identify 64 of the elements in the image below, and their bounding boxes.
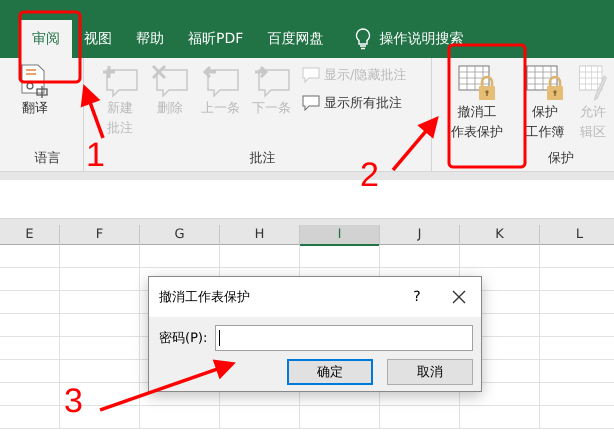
table-cell[interactable] [60, 314, 140, 337]
password-label: 密码(P): [159, 330, 208, 347]
table-cell[interactable] [460, 245, 540, 268]
table-cell[interactable] [220, 245, 300, 268]
ribbon-button[interactable]: 保护 工作簿 [522, 62, 568, 149]
ribbon-button[interactable]: 翻译 [16, 62, 54, 149]
table-cell[interactable] [60, 360, 140, 383]
help-button[interactable]: ? [397, 288, 437, 306]
table-cell[interactable] [60, 268, 140, 291]
table-cell[interactable] [0, 245, 60, 268]
table-cell[interactable] [0, 383, 60, 406]
comment-icon [202, 66, 238, 98]
table-cell[interactable] [0, 314, 60, 337]
locked-sheet-icon [525, 64, 565, 102]
group-label: 保护 [548, 150, 574, 168]
password-field[interactable] [215, 325, 473, 351]
step-number: 2 [360, 158, 379, 192]
column-header[interactable]: K [460, 225, 540, 246]
column-header[interactable]: E [0, 225, 60, 246]
table-cell[interactable] [380, 245, 460, 268]
comment-icon [102, 64, 138, 98]
table-cell[interactable] [60, 337, 140, 360]
comment-icon [302, 95, 320, 111]
ribbon-button[interactable]: 撤消工 作表保护 [448, 62, 506, 149]
table-cell[interactable] [220, 406, 300, 429]
column-header[interactable]: I [300, 225, 380, 246]
comment-icon [253, 66, 290, 98]
table-cell[interactable] [0, 337, 60, 360]
table-cell[interactable] [60, 291, 140, 314]
sheet-pencil-icon [578, 64, 608, 102]
group-label: 批注 [250, 150, 276, 168]
step-number: 3 [64, 384, 83, 418]
dialog-button[interactable]: 取消 [387, 359, 473, 385]
ribbon-tab[interactable]: 福昕PDF [176, 20, 256, 58]
table-cell[interactable] [60, 245, 140, 268]
table-cell[interactable] [380, 406, 460, 429]
column-header[interactable]: L [540, 225, 614, 246]
table-cell[interactable] [0, 406, 60, 429]
table-cell[interactable] [300, 406, 380, 429]
table-cell[interactable] [0, 268, 60, 291]
table-cell[interactable] [460, 406, 540, 429]
close-icon [452, 290, 466, 304]
ribbon-tab[interactable]: 视图 [72, 20, 124, 58]
arrow [392, 116, 439, 172]
comment-icon [152, 64, 188, 98]
dialog-title: 撤消工作表保护 [159, 289, 251, 306]
column-header[interactable]: J [380, 225, 460, 246]
locked-sheet-icon [457, 64, 497, 102]
table-cell[interactable] [0, 360, 60, 383]
ribbon-tab[interactable]: 百度网盘 [255, 20, 336, 58]
ribbon-tab[interactable]: 帮助 [124, 20, 176, 58]
ribbon-button[interactable]: 显示所有批注 [300, 92, 408, 114]
ribbon-tab[interactable]: 审阅 [20, 20, 72, 58]
dialog-button[interactable]: 确定 [287, 359, 373, 385]
table-cell[interactable] [140, 245, 220, 268]
column-header[interactable]: G [140, 225, 220, 246]
arrow [80, 84, 105, 139]
comment-icon [302, 67, 320, 83]
lightbulb-icon[interactable] [355, 28, 372, 50]
table-cell[interactable] [0, 291, 60, 314]
table-cell[interactable] [300, 245, 380, 268]
group-label: 语言 [34, 150, 60, 168]
table-cell[interactable] [140, 406, 220, 429]
column-header[interactable]: F [60, 225, 140, 246]
